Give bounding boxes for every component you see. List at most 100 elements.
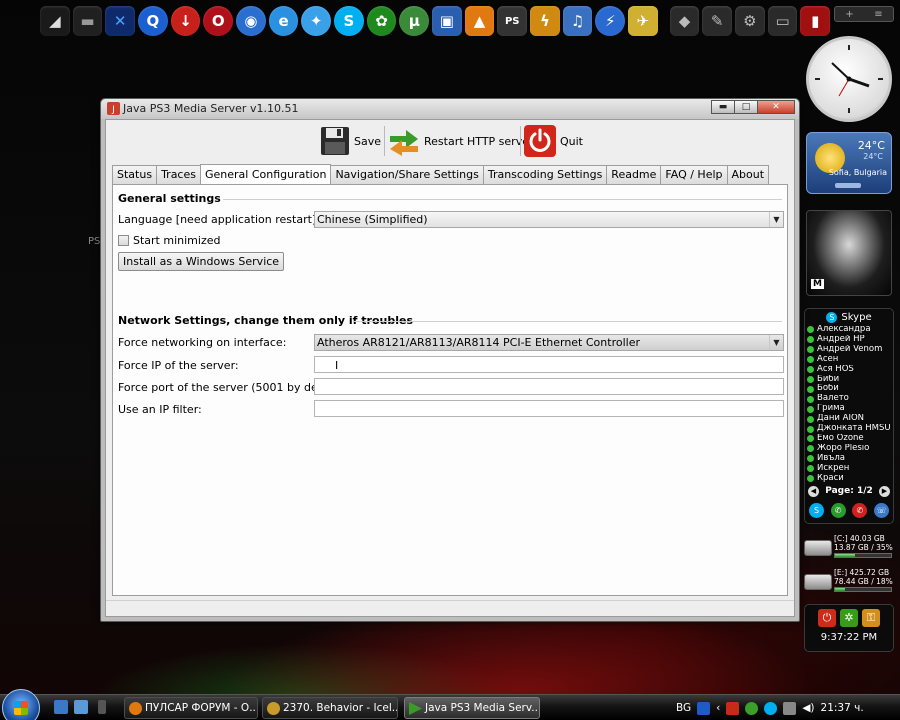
tab-general-configuration[interactable]: General Configuration [199,164,332,184]
skype-prev-page-icon[interactable]: ◀ [808,485,819,497]
skype-contact[interactable]: Краси [807,474,893,484]
compass-icon[interactable]: ✦ [301,6,332,36]
start-button[interactable] [2,689,40,720]
show-desktop-icon[interactable] [54,700,68,714]
force-ip-input[interactable] [314,356,784,373]
taskbar-item-ps3-media-server[interactable]: Java PS3 Media Serv... [404,697,540,719]
ip-filter-input[interactable] [314,400,784,417]
sidebar-controls[interactable]: + ≡ [834,6,894,22]
install-windows-service-button[interactable]: Install as a Windows Service [118,252,285,271]
tab-status[interactable]: Status [112,165,158,184]
network-interface-select[interactable]: Atheros AR8121/AR8113/AR8114 PCI-E Ether… [314,334,784,351]
weather-gadget[interactable]: 24°C 24°C Sofia, Bulgaria [806,132,892,194]
settings-icon[interactable]: ⚙ [735,6,765,36]
tab-readme[interactable]: Readme [606,165,662,184]
tab-navigation-share-settings[interactable]: Navigation/Share Settings [330,165,484,184]
bolt-icon[interactable]: ⚡ [595,6,626,36]
taskbar-clock[interactable]: 21:37 ч. [821,702,864,714]
opera-icon[interactable]: O [203,6,234,36]
tray-skype-icon[interactable] [764,701,778,715]
skype-contact[interactable]: Андрей HP [807,335,893,345]
skype-next-page-icon[interactable]: ▶ [879,485,890,497]
restart-http-server-button[interactable]: Restart HTTP server [388,124,534,158]
trash-icon[interactable]: ▮ [800,6,831,36]
skype-contact-name: Андрей Venom [817,344,883,354]
section-divider [353,321,782,322]
skype-contact[interactable]: Дани AION [807,414,893,424]
plane-icon[interactable]: ✈ [628,6,658,36]
globe-icon[interactable]: ◉ [236,6,266,36]
save-button[interactable]: Save [320,124,381,158]
keyboard-icon[interactable]: ▭ [767,6,798,36]
tray-network-icon[interactable] [783,701,797,715]
menu-icon[interactable]: ≡ [874,9,882,20]
skype-contact[interactable]: Боби [807,384,893,394]
x-app-icon[interactable]: ✕ [105,6,136,36]
skype-contact[interactable]: Искрен [807,464,893,474]
skype-contact[interactable]: Асен [807,355,893,365]
language-select[interactable]: Chinese (Simplified) ▼ [314,211,784,228]
skype-contact-name: Биби [817,374,840,384]
taskbar-item-forum[interactable]: ПУЛСАР ФОРУМ - О... [124,697,258,719]
tray-volume-icon[interactable]: ◀) [802,702,814,714]
rating-badge: M [811,279,824,289]
q-app-icon[interactable]: Q [138,6,168,36]
skype-hangup-icon[interactable]: ✆ [852,503,868,518]
tray-check-icon[interactable] [745,701,759,715]
skype-contact[interactable]: Жоро Plesio [807,444,893,454]
force-port-input[interactable] [314,378,784,395]
app-dock-icon[interactable]: ◢ [40,6,70,36]
tab-transcoding-settings[interactable]: Transcoding Settings [482,165,608,184]
minimize-button[interactable]: ▬ [711,100,735,114]
taskbar-item-behavior[interactable]: 2370. Behavior - Icel... [262,697,398,719]
drive-icon[interactable]: ▬ [72,6,103,36]
utorrent-icon[interactable]: µ [399,6,430,36]
close-button[interactable]: ✕ [757,100,795,114]
music-icon[interactable]: ♫ [562,6,593,36]
skype-contact[interactable]: Грима [807,404,893,414]
tray-app-icon[interactable] [726,701,740,715]
maximize-button[interactable]: □ [734,100,758,114]
icq-flower-icon[interactable]: ✿ [366,6,397,36]
internet-explorer-icon[interactable]: e [268,6,299,36]
skype-contact[interactable]: Александра [807,325,893,335]
tray-bluetooth-icon[interactable] [697,701,711,715]
quit-button[interactable]: Quit [524,124,583,158]
skype-status-icon[interactable]: S [809,503,824,518]
chevron-down-icon[interactable]: ▼ [769,335,783,350]
skype-contact[interactable]: Валето [807,394,893,404]
language-indicator[interactable]: BG [676,702,691,714]
tab-faq-help[interactable]: FAQ / Help [660,165,728,184]
restart-icon[interactable]: ✲ [840,609,858,627]
shutdown-icon[interactable]: ⏻ [818,609,836,627]
skype-icon[interactable]: S [334,6,364,36]
lock-icon[interactable]: ⚿ [862,609,880,627]
skype-contact[interactable]: Биби [807,375,893,385]
start-minimized-row[interactable]: Start minimized [118,234,220,247]
skype-contact[interactable]: Андрей Venom [807,345,893,355]
chevron-down-icon[interactable]: ▼ [769,212,783,227]
skype-contact[interactable]: Ивъла [807,454,893,464]
skype-call-icon[interactable]: ✆ [830,503,846,518]
tools-icon[interactable]: ✎ [702,6,733,36]
gamepad-icon[interactable]: ◆ [669,6,700,36]
box-icon[interactable]: ▲ [464,6,495,36]
title-bar[interactable]: J Java PS3 Media Server v1.10.51 ▬ □ ✕ [101,99,799,119]
skype-contact[interactable]: Ася HOS [807,365,893,375]
download-icon[interactable]: ↓ [170,6,201,36]
drive-e-gadget: [E:] 425.72 GB 78.44 GB / 18% [804,568,896,598]
tab-traces[interactable]: Traces [156,165,201,184]
skype-contact[interactable]: Емо Ozone [807,434,893,444]
photo-gadget[interactable]: M [806,210,892,296]
tab-about[interactable]: About [726,165,770,184]
skype-phone-icon[interactable]: ☏ [873,503,889,518]
picture-icon[interactable]: ▣ [432,6,462,36]
tray-expand-icon[interactable]: ‹ [716,702,720,714]
ps-icon[interactable]: PS [497,6,528,36]
add-gadget-icon[interactable]: + [845,9,853,20]
switch-windows-icon[interactable] [74,700,88,714]
skype-contact[interactable]: Джонката HMSU [807,424,893,434]
quick-launch-expand-icon[interactable] [98,700,106,714]
lightning-icon[interactable]: ϟ [530,6,560,36]
start-minimized-checkbox[interactable] [118,235,129,246]
